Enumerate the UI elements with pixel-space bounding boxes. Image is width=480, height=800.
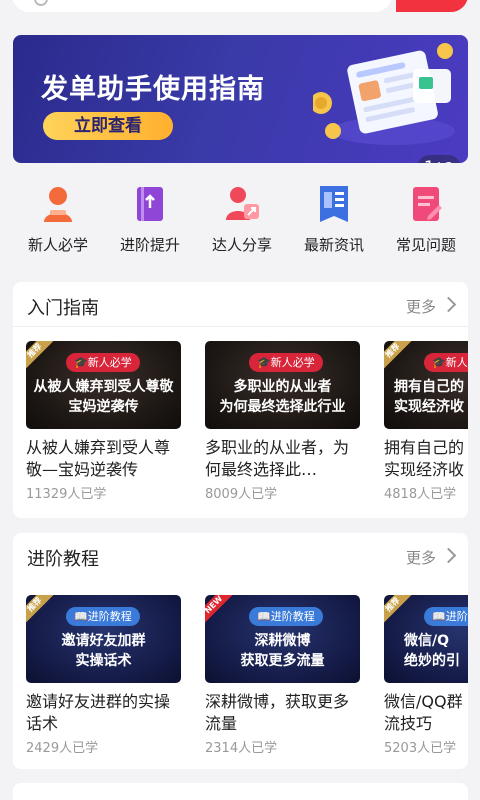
thumbnail-tag: 📖进阶教程 bbox=[66, 607, 140, 626]
quicknav-item-advanced[interactable]: 进阶提升 bbox=[104, 180, 196, 260]
quicknav-item-newbie[interactable]: 新人必学 bbox=[12, 180, 104, 260]
course-card[interactable]: 推荐 📖进阶 微信/Q 绝妙的引 微信/QQ群 流技巧 5203人已学 bbox=[384, 595, 468, 756]
section-advanced-tutorials: 进阶教程 更多 推荐 📖进阶教程 邀请好友加群 实操话术 邀请好友进群的实操话术… bbox=[13, 533, 468, 769]
course-card[interactable]: 推荐 📖进阶教程 邀请好友加群 实操话术 邀请好友进群的实操话术 2429人已学 bbox=[26, 595, 181, 756]
quicknav-label: 新人必学 bbox=[27, 236, 88, 254]
section-beginner-guide: 入门指南 更多 推荐 🎓新人必学 从被人嫌弃到受人尊敬 宝妈逆袭传 从被人嫌弃到… bbox=[13, 282, 468, 518]
course-thumbnail: 推荐 📖进阶 微信/Q 绝妙的引 bbox=[384, 595, 468, 683]
course-title: 从被人嫌弃到受人尊敬—宝妈逆袭传 bbox=[26, 438, 171, 479]
course-title: 拥有自己的 实现经济收 bbox=[384, 438, 465, 479]
quick-nav: 新人必学 进阶提升 达人分享 最新资讯 常见问题 bbox=[0, 180, 480, 260]
new-ribbon: NEW bbox=[205, 595, 235, 626]
banner-counter-current: 1 bbox=[424, 158, 435, 163]
section-title: 进阶教程 bbox=[27, 549, 99, 570]
quicknav-label: 达人分享 bbox=[211, 236, 272, 254]
learner-count: 11329人已学 bbox=[26, 487, 107, 502]
person-icon bbox=[44, 187, 72, 222]
course-card[interactable]: 推荐 🎓新人必学 从被人嫌弃到受人尊敬 宝妈逆袭传 从被人嫌弃到受人尊敬—宝妈逆… bbox=[26, 341, 181, 502]
course-card[interactable]: 🎓新人必学 多职业的从业者 为何最终选择此行业 多职业的从业者，为何最终选择此…… bbox=[205, 341, 360, 502]
course-title: 邀请好友进群的实操话术 bbox=[26, 692, 171, 733]
course-title: 多职业的从业者，为何最终选择此… bbox=[205, 438, 350, 479]
more-link[interactable]: 更多 bbox=[406, 296, 436, 317]
thumbnail-tag: 🎓新人必学 bbox=[249, 353, 323, 372]
quicknav-item-expert-share[interactable]: 达人分享 bbox=[196, 180, 288, 260]
question-doc-icon bbox=[413, 187, 442, 221]
thumbnail-title: 拥有自己的 实现经济收 bbox=[394, 379, 464, 415]
share-person-icon bbox=[226, 187, 259, 220]
recommend-ribbon: 推荐 bbox=[384, 341, 414, 372]
search-input[interactable] bbox=[12, 0, 392, 12]
course-card[interactable]: 推荐 🎓新人必学 拥有自己的 实现经济收 拥有自己的 实现经济收 4818人已学 bbox=[384, 341, 468, 502]
view-now-button[interactable]: 立即查看 bbox=[43, 112, 173, 140]
thumbnail-tag: 🎓新人必学 bbox=[424, 353, 468, 372]
thumbnail-title: 邀请好友加群 实操话术 bbox=[61, 633, 146, 669]
section-header: 入门指南 更多 bbox=[13, 282, 468, 326]
banner-counter-total: / 2 bbox=[435, 159, 454, 163]
quicknav-item-news[interactable]: 最新资讯 bbox=[288, 180, 380, 260]
recommend-ribbon: 推荐 bbox=[26, 341, 56, 372]
banner-title: 发单助手使用指南 bbox=[41, 74, 265, 105]
book-icon bbox=[137, 187, 163, 221]
section-next-partial bbox=[13, 783, 468, 800]
course-thumbnail: 🎓新人必学 多职业的从业者 为何最终选择此行业 bbox=[205, 341, 360, 429]
course-thumbnail: 推荐 🎓新人必学 拥有自己的 实现经济收 bbox=[384, 341, 468, 429]
recommend-ribbon: 推荐 bbox=[26, 595, 56, 626]
learner-count: 2429人已学 bbox=[26, 741, 99, 756]
chevron-right-icon[interactable] bbox=[440, 547, 457, 564]
document-illustration-icon bbox=[313, 43, 455, 145]
quicknav-label: 进阶提升 bbox=[119, 236, 180, 254]
section-title: 入门指南 bbox=[27, 298, 99, 319]
thumbnail-tag: 📖进阶 bbox=[424, 607, 468, 626]
guide-banner[interactable]: 发单助手使用指南 立即查看 1/ 2 bbox=[13, 35, 468, 163]
chevron-right-icon[interactable] bbox=[440, 296, 457, 313]
quicknav-label: 最新资讯 bbox=[303, 236, 364, 254]
thumbnail-title: 深耕微博 获取更多流量 bbox=[240, 633, 325, 669]
thumbnail-tag: 📖进阶教程 bbox=[249, 607, 323, 626]
section-header: 进阶教程 更多 bbox=[13, 533, 468, 577]
quicknav-item-faq[interactable]: 常见问题 bbox=[380, 180, 472, 260]
news-icon bbox=[320, 186, 348, 222]
quicknav-label: 常见问题 bbox=[395, 236, 456, 254]
course-thumbnail: NEW 📖进阶教程 深耕微博 获取更多流量 bbox=[205, 595, 360, 683]
top-bar bbox=[0, 0, 480, 22]
course-title: 深耕微博，获取更多流量 bbox=[205, 692, 350, 733]
thumbnail-title: 多职业的从业者 为何最终选择此行业 bbox=[219, 379, 346, 415]
thumbnail-title: 从被人嫌弃到受人尊敬 宝妈逆袭传 bbox=[33, 379, 174, 415]
learner-count: 8009人已学 bbox=[205, 487, 278, 502]
search-button[interactable] bbox=[396, 0, 468, 12]
more-link[interactable]: 更多 bbox=[406, 547, 436, 568]
recommend-ribbon: 推荐 bbox=[384, 595, 414, 626]
banner-page-counter: 1/ 2 bbox=[417, 155, 461, 163]
learner-count: 4818人已学 bbox=[384, 487, 457, 502]
learner-count: 5203人已学 bbox=[384, 741, 457, 756]
divider bbox=[13, 326, 468, 327]
course-thumbnail: 推荐 🎓新人必学 从被人嫌弃到受人尊敬 宝妈逆袭传 bbox=[26, 341, 181, 429]
course-card[interactable]: NEW 📖进阶教程 深耕微博 获取更多流量 深耕微博，获取更多流量 2314人已… bbox=[205, 595, 360, 756]
thumbnail-tag: 🎓新人必学 bbox=[66, 353, 140, 372]
thumbnail-title: 微信/Q 绝妙的引 bbox=[404, 633, 460, 669]
learner-count: 2314人已学 bbox=[205, 741, 278, 756]
course-title: 微信/QQ群 流技巧 bbox=[384, 692, 463, 733]
course-thumbnail: 推荐 📖进阶教程 邀请好友加群 实操话术 bbox=[26, 595, 181, 683]
